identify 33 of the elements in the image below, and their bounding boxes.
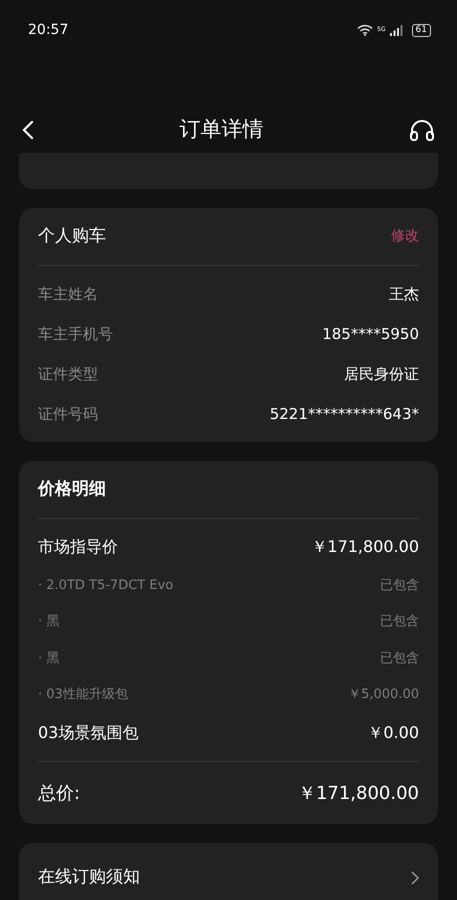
field-value: 王杰: [389, 284, 419, 305]
option-item-label: · 黑: [38, 613, 60, 631]
option-item-value: 已包含: [380, 613, 419, 631]
section-title: 个人购车: [38, 224, 106, 248]
headset-icon[interactable]: [409, 119, 435, 141]
option-item-label: · 03性能升级包: [38, 686, 128, 704]
price-item-value: ￥171,800.00: [311, 536, 419, 558]
status-time: 20:57: [28, 20, 68, 40]
field-value: 居民身份证: [344, 364, 419, 385]
field-value: 185****5950: [322, 324, 419, 345]
price-item-label: 03场景氛围包: [38, 722, 138, 744]
field-label: 证件类型: [38, 364, 98, 385]
total-label: 总价:: [38, 782, 80, 806]
price-item-label: 市场指导价: [38, 536, 118, 558]
battery-level: 61: [412, 24, 431, 36]
chevron-right-icon: [411, 871, 419, 885]
field-label: 证件号码: [38, 404, 98, 425]
price-item-value: ￥0.00: [367, 722, 419, 744]
option-item-label: · 2.0TD T5-7DCT Evo: [38, 576, 174, 594]
signal-icon: [390, 24, 404, 36]
option-item-value: 已包含: [380, 576, 419, 594]
field-value: 5221**********643*: [270, 404, 419, 425]
wifi-icon: [357, 24, 374, 36]
option-item-label: · 黑: [38, 650, 60, 668]
total-value: ￥171,800.00: [298, 782, 419, 806]
notice-row[interactable]: 在线订购须知: [19, 843, 438, 900]
back-icon[interactable]: [22, 120, 34, 140]
field-label: 车主手机号: [38, 324, 113, 345]
field-label: 车主姓名: [38, 284, 98, 305]
option-item-value: 已包含: [380, 650, 419, 668]
option-item-value: ￥5,000.00: [348, 686, 419, 704]
page-title: 订单详情: [180, 116, 264, 144]
section-title: 价格明细: [38, 478, 106, 501]
